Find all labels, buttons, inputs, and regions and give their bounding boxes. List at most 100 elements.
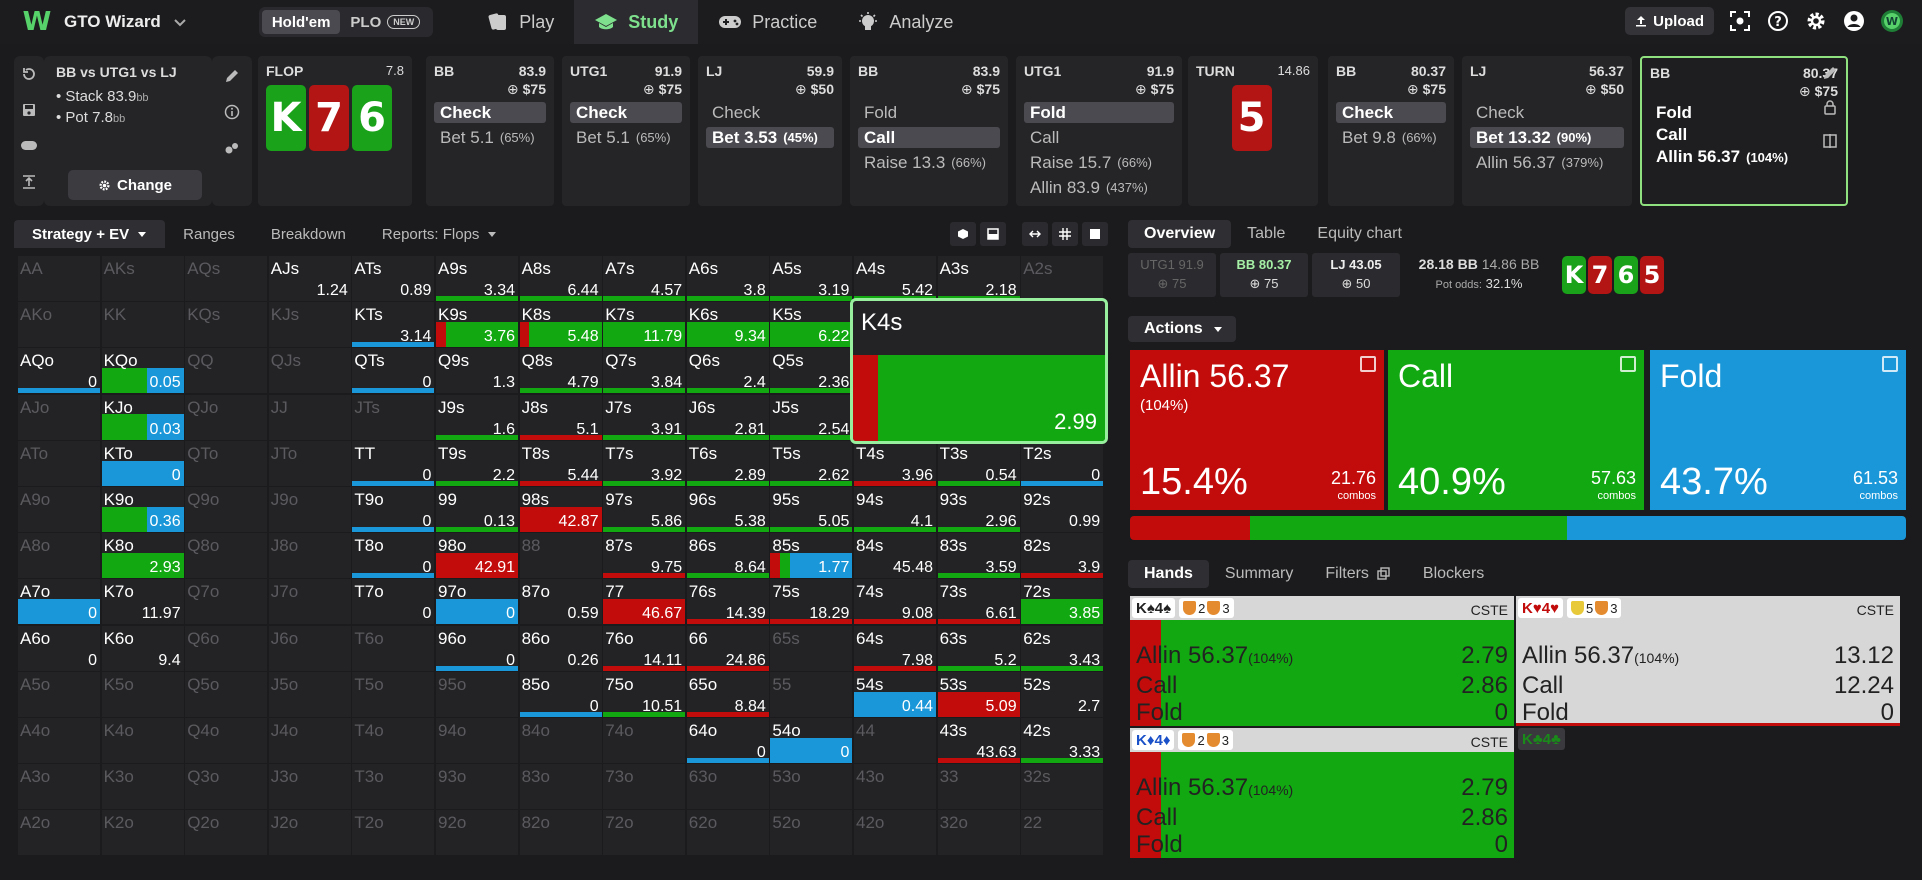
hand-cell-kto[interactable]: KTo 0: [101, 440, 184, 486]
hand-cell-84o[interactable]: 84o: [519, 718, 602, 763]
hand-cell-85o[interactable]: 85o 0: [519, 671, 602, 717]
hand-cell-87o[interactable]: 87o 0.59: [519, 579, 602, 625]
help-icon[interactable]: ?: [1766, 9, 1790, 33]
tab-table[interactable]: Table: [1231, 220, 1301, 248]
hand-cell-ato[interactable]: ATo: [18, 440, 100, 486]
tab-blockers[interactable]: Blockers: [1407, 560, 1500, 588]
hand-cell-k8o[interactable]: K8o 2.93: [101, 533, 184, 579]
hand-cell-a8s[interactable]: A8s 6.44: [519, 256, 602, 301]
hand-cell-32o[interactable]: 32o: [937, 810, 1020, 856]
tab-breakdown[interactable]: Breakdown: [253, 220, 364, 248]
action-option[interactable]: Call: [1024, 127, 1174, 148]
hand-cell-83o[interactable]: 83o: [519, 764, 602, 810]
action-column-utg1-2[interactable]: UTG1 91.9 ⊕ $75 Check Bet 5.1 (65%): [562, 56, 690, 206]
hand-cell-t3s[interactable]: T3s 0.54: [937, 440, 1020, 486]
action-column-bb-1[interactable]: BB 83.9 ⊕ $75 Check Bet 5.1 (65%): [426, 56, 554, 206]
action-option[interactable]: Bet 9.8 (66%): [1336, 127, 1446, 148]
align-icon[interactable]: [14, 164, 44, 200]
action-option[interactable]: Bet 3.53 (45%): [706, 127, 834, 148]
hand-cell-q5s[interactable]: Q5s 2.36: [770, 348, 853, 394]
hand-cell-j6s[interactable]: J6s 2.81: [686, 394, 769, 440]
action-option[interactable]: Allin 56.37 (379%): [1470, 152, 1624, 173]
hand-card-3[interactable]: K♣4♣: [1518, 728, 1565, 750]
hand-cell-64s[interactable]: 64s 7.98: [854, 625, 936, 671]
hand-cell-74o[interactable]: 74o: [603, 718, 686, 763]
action-option[interactable]: Check: [1336, 102, 1446, 123]
hand-cell-k6s[interactable]: K6s 9.34: [686, 302, 769, 348]
nav-study[interactable]: Study: [574, 0, 699, 44]
action-option[interactable]: Raise 13.3 (66%): [858, 152, 1000, 173]
action-option[interactable]: Call: [858, 127, 1000, 148]
hand-cell-kqs[interactable]: KQs: [185, 302, 268, 348]
hand-cell-j5o[interactable]: J5o: [268, 671, 351, 717]
hand-cell-t5s[interactable]: T5s 2.62: [770, 440, 853, 486]
half-view-icon[interactable]: [980, 222, 1006, 246]
hand-cell-82o[interactable]: 82o: [519, 810, 602, 856]
hand-cell-k2o[interactable]: K2o: [101, 810, 184, 856]
hand-cell-82s[interactable]: 82s 3.9: [1021, 533, 1104, 579]
hand-cell-j8s[interactable]: J8s 5.1: [519, 394, 602, 440]
hand-cell-62o[interactable]: 62o: [686, 810, 769, 856]
hand-cell-99[interactable]: 99 0.13: [436, 487, 518, 532]
action-option[interactable]: Check: [1470, 102, 1624, 123]
hand-cell-65o[interactable]: 65o 8.84: [686, 671, 769, 717]
hand-card-0[interactable]: K♠4♠ 2 3 CSTE Allin 56.37(104%) 2.79 Call 2.86 F…: [1130, 596, 1514, 726]
gear-icon[interactable]: [1804, 9, 1828, 33]
tab-equity-chart[interactable]: Equity chart: [1301, 220, 1417, 248]
action-column-bb-4[interactable]: BB 83.9 ⊕ $75 Fold Call Raise 13.3 (66%): [850, 56, 1008, 206]
hand-cell-j6o[interactable]: J6o: [268, 625, 351, 671]
hand-cell-53o[interactable]: 53o: [770, 764, 853, 810]
hand-cell-q6o[interactable]: Q6o: [185, 625, 268, 671]
hand-cell-q3o[interactable]: Q3o: [185, 764, 268, 810]
hand-cell-65s[interactable]: 65s: [770, 625, 853, 671]
hand-cell-43o[interactable]: 43o: [854, 764, 936, 810]
hand-cell-q5o[interactable]: Q5o: [185, 671, 268, 717]
action-column-flop-0[interactable]: FLOP 7.8 K 7 6: [258, 56, 412, 206]
hand-cell-83s[interactable]: 83s 3.59: [937, 533, 1020, 579]
hand-cell-85s[interactable]: 85s 1.77: [770, 533, 853, 579]
hand-cell-t5o[interactable]: T5o: [352, 671, 435, 717]
hand-cell-75o[interactable]: 75o 10.51: [603, 671, 686, 717]
hand-cell-92o[interactable]: 92o: [436, 810, 518, 856]
hand-cell-q6s[interactable]: Q6s 2.4: [686, 348, 769, 394]
info-icon[interactable]: [212, 96, 252, 128]
hand-cell-kts[interactable]: KTs 3.14: [352, 302, 435, 348]
hand-cell-ajo[interactable]: AJo: [18, 394, 100, 440]
hand-cell-73o[interactable]: 73o: [603, 764, 686, 810]
hand-cell-52s[interactable]: 52s 2.7: [1021, 671, 1104, 717]
pencil-icon[interactable]: [1812, 56, 1848, 90]
hand-cell-t9s[interactable]: T9s 2.2: [436, 440, 518, 486]
compare-icon[interactable]: [1812, 124, 1848, 158]
hand-cell-t9o[interactable]: T9o 0: [352, 487, 435, 532]
hand-cell-a5s[interactable]: A5s 3.19: [770, 256, 853, 301]
hand-cell-k9o[interactable]: K9o 0.36: [101, 487, 184, 532]
collapse-icon[interactable]: [1022, 222, 1048, 246]
hand-cell-aks[interactable]: AKs: [101, 256, 184, 301]
chevron-down-icon[interactable]: [173, 15, 187, 29]
undo-icon[interactable]: [14, 56, 44, 92]
hand-cell-42o[interactable]: 42o: [854, 810, 936, 856]
hand-cell-94s[interactable]: 94s 4.1: [854, 487, 936, 532]
action-column-lj-8[interactable]: LJ 56.37 ⊕ $50 Check Bet 13.32 (90%) Allin 56.3…: [1462, 56, 1632, 206]
hand-cell-k9s[interactable]: K9s 3.76: [436, 302, 518, 348]
hand-cell-q8o[interactable]: Q8o: [185, 533, 268, 579]
grid-view-icon[interactable]: [1052, 222, 1078, 246]
hand-cell-42s[interactable]: 42s 3.33: [1021, 718, 1104, 763]
hand-cell-j7o[interactable]: J7o: [268, 579, 351, 625]
hand-cell-t6o[interactable]: T6o: [352, 625, 435, 671]
action-box-call[interactable]: Call 40.9% 57.63 combos: [1388, 350, 1644, 510]
hand-cell-q2o[interactable]: Q2o: [185, 810, 268, 856]
hand-cell-95o[interactable]: 95o: [436, 671, 518, 717]
square-view-icon[interactable]: [1082, 222, 1108, 246]
action-option[interactable]: Fold: [858, 102, 1000, 123]
hand-cell-a3o[interactable]: A3o: [18, 764, 100, 810]
variant-plo[interactable]: PLO NEW: [340, 10, 430, 34]
hand-cell-ats[interactable]: ATs 0.89: [352, 256, 435, 301]
details-icon[interactable]: [1360, 356, 1376, 372]
hand-cell-88[interactable]: 88: [519, 533, 602, 579]
hand-cell-t4o[interactable]: T4o: [352, 718, 435, 763]
zoomed-hand-cell[interactable]: K4s 2.99: [850, 298, 1108, 444]
hand-cell-86s[interactable]: 86s 8.64: [686, 533, 769, 579]
hand-cell-62s[interactable]: 62s 3.43: [1021, 625, 1104, 671]
hand-cell-j5s[interactable]: J5s 2.54: [770, 394, 853, 440]
